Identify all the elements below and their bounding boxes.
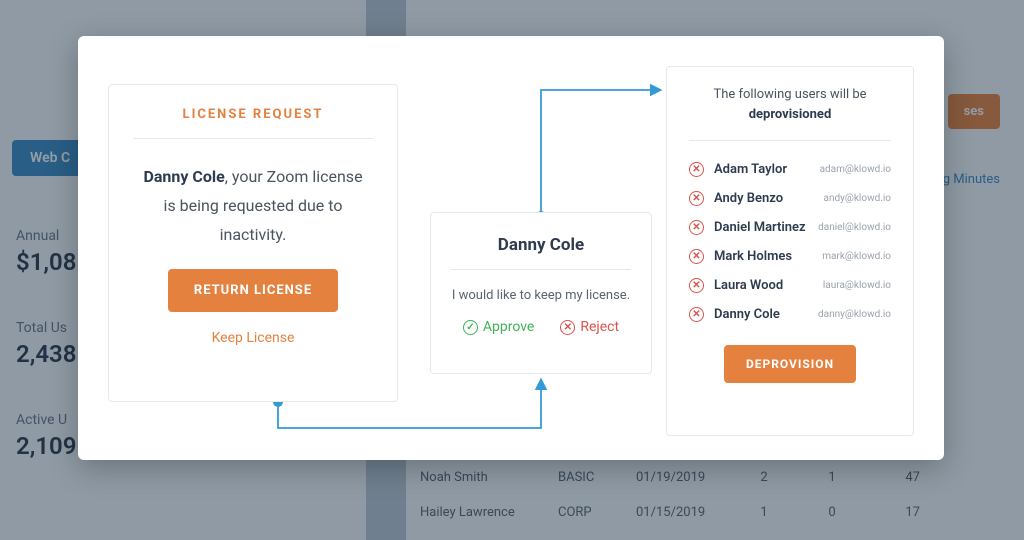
list-item: ✕ Daniel Martinez daniel@klowd.io [689,213,891,242]
requester-name: Danny Cole [451,213,631,270]
check-icon: ✓ [463,320,478,335]
list-item: ✕ Adam Taylor adam@klowd.io [689,155,891,184]
return-license-button[interactable]: RETURN LICENSE [168,269,338,312]
user-name: Daniel Martinez [714,220,808,235]
reject-label: Reject [580,319,619,335]
approval-card: Danny Cole I would like to keep my licen… [430,212,652,374]
close-icon: ✕ [689,249,704,264]
list-item: ✕ Mark Holmes mark@klowd.io [689,242,891,271]
user-name: Andy Benzo [714,191,814,206]
user-email: andy@klowd.io [824,193,891,204]
heading-bold: deprovisioned [749,107,832,122]
deprovision-heading: The following users will be deprovisione… [689,67,891,141]
close-icon: ✕ [689,220,704,235]
request-message: I would like to keep my license. [451,270,631,319]
reject-button[interactable]: ✕ Reject [560,319,619,335]
user-email: daniel@klowd.io [818,222,891,233]
approve-button[interactable]: ✓ Approve [463,319,534,335]
close-icon: ✕ [689,278,704,293]
user-name: Mark Holmes [714,249,812,264]
list-item: ✕ Laura Wood laura@klowd.io [689,271,891,300]
license-request-message: Danny Cole, your Zoom license is being r… [133,139,373,269]
deprovision-user-list: ✕ Adam Taylor adam@klowd.io ✕ Andy Benzo andy… [689,155,891,329]
list-item: ✕ Andy Benzo andy@klowd.io [689,184,891,213]
user-email: laura@klowd.io [823,280,891,291]
user-email: danny@klowd.io [818,309,891,320]
list-item: ✕ Danny Cole danny@klowd.io [689,300,891,329]
user-name: Laura Wood [714,278,813,293]
user-name: Adam Taylor [714,162,810,177]
license-request-heading: LICENSE REQUEST [133,85,373,139]
user-email: mark@klowd.io [822,251,891,262]
approve-label: Approve [483,319,534,335]
close-icon: ✕ [689,162,704,177]
deprovision-button[interactable]: DEPROVISION [724,345,856,383]
user-name: Danny Cole [714,307,808,322]
keep-license-link[interactable]: Keep License [133,330,373,346]
license-request-card: LICENSE REQUEST Danny Cole, your Zoom li… [108,84,398,402]
deprovision-card: The following users will be deprovisione… [666,66,914,436]
requester-name: Danny Cole [143,167,224,186]
user-email: adam@klowd.io [820,164,891,175]
close-icon: ✕ [689,191,704,206]
workflow-modal: LICENSE REQUEST Danny Cole, your Zoom li… [78,36,944,460]
close-icon: ✕ [689,307,704,322]
approval-actions: ✓ Approve ✕ Reject [451,319,631,335]
heading-pre: The following users will be [713,87,866,102]
close-icon: ✕ [560,320,575,335]
